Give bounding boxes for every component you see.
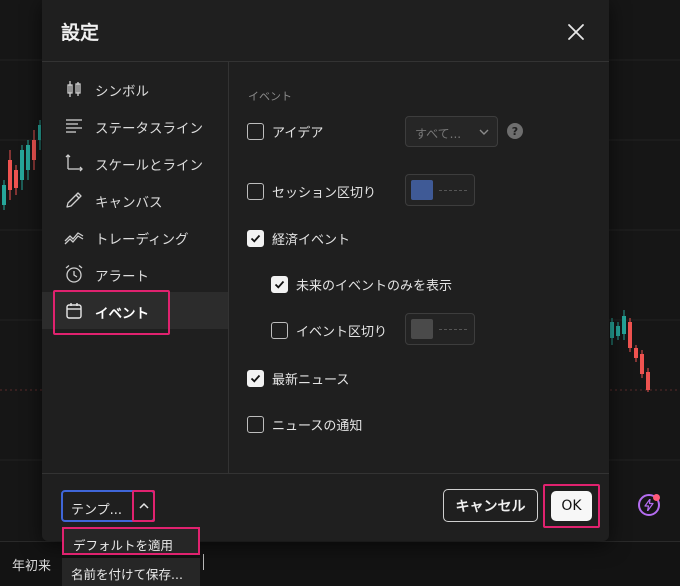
color-swatch xyxy=(411,319,433,339)
checkmark-icon xyxy=(250,234,261,243)
scale-lines-icon xyxy=(63,152,85,174)
template-label: テンプ... xyxy=(71,503,123,518)
sidebar-item-events[interactable]: イベント xyxy=(42,292,228,329)
section-label: イベント xyxy=(248,90,292,103)
ideas-row: アイデア xyxy=(247,119,323,143)
event-breaks-label: イベント区切り xyxy=(296,324,388,340)
menu-item-label: 名前を付けて保存... xyxy=(71,567,183,582)
sidebar-item-label: スケールとライン xyxy=(95,158,203,174)
apply-defaults-menu-item[interactable]: デフォルトを適用 xyxy=(62,527,200,555)
session-breaks-checkbox[interactable] xyxy=(247,182,264,200)
color-swatch xyxy=(411,180,433,200)
checkmark-icon xyxy=(250,374,261,383)
help-icon[interactable]: ? xyxy=(507,123,523,139)
notification-dot xyxy=(653,494,660,501)
range-ytd-button[interactable]: 年初来 xyxy=(12,555,51,574)
close-icon[interactable] xyxy=(564,20,588,44)
session-breaks-label: セッション区切り xyxy=(272,185,377,201)
news-notification-checkbox[interactable] xyxy=(247,415,264,433)
cancel-button[interactable]: キャンセル xyxy=(443,489,538,522)
sidebar-item-symbol[interactable]: シンボル xyxy=(42,70,228,107)
ok-button[interactable]: OK xyxy=(551,491,592,521)
event-breaks-checkbox[interactable] xyxy=(271,321,288,339)
sidebar-item-trading[interactable]: トレーディング xyxy=(42,218,228,255)
sidebar-item-canvas[interactable]: キャンバス xyxy=(42,181,228,218)
future-only-label: 未来のイベントのみを表示 xyxy=(296,278,453,294)
sidebar-item-label: ステータスライン xyxy=(95,121,203,137)
ideas-checkbox[interactable] xyxy=(247,122,264,140)
sidebar-item-label: シンボル xyxy=(95,84,149,100)
save-as-menu-item[interactable]: 名前を付けて保存... xyxy=(62,558,200,586)
latest-news-checkbox[interactable] xyxy=(247,369,264,387)
template-menu: デフォルトを適用 名前を付けて保存... xyxy=(62,527,200,586)
lightning-icon[interactable] xyxy=(638,494,660,516)
events-settings-panel: イベント アイデア すべて... ? セッション区切り 経済イベント 未来のイベ… xyxy=(230,62,609,473)
event-breaks-row: イベント区切り xyxy=(271,318,387,342)
news-notification-label: ニュースの通知 xyxy=(272,418,363,434)
future-only-row: 未来のイベントのみを表示 xyxy=(271,272,452,296)
news-notification-row: ニュースの通知 xyxy=(247,412,362,436)
chevron-down-icon xyxy=(479,129,489,135)
sidebar-item-label: イベント xyxy=(95,306,149,322)
line-style-preview xyxy=(439,190,467,191)
settings-sidebar: シンボル ステータスライン スケールとライン キャンバス トレーディング アラー… xyxy=(42,62,229,473)
trading-icon xyxy=(63,226,85,248)
ideas-label: アイデア xyxy=(272,125,324,141)
settings-dialog: 設定 シンボル ステータスライン スケールとライン キャンバス トレーディング … xyxy=(42,0,609,541)
ideas-select-value: すべて... xyxy=(415,127,462,141)
sidebar-item-label: トレーディング xyxy=(95,232,189,248)
candlestick-icon xyxy=(63,78,85,100)
checkmark-icon xyxy=(274,280,285,289)
latest-news-row: 最新ニュース xyxy=(247,366,349,390)
line-style-preview xyxy=(439,329,467,330)
alarm-clock-icon xyxy=(63,263,85,285)
economic-events-label: 経済イベント xyxy=(272,232,351,248)
session-breaks-row: セッション区切り xyxy=(247,179,376,203)
latest-news-label: 最新ニュース xyxy=(272,372,350,388)
dialog-title: 設定 xyxy=(61,22,100,44)
dialog-header: 設定 xyxy=(42,0,609,62)
status-line-icon xyxy=(63,115,85,137)
sidebar-item-label: キャンバス xyxy=(95,195,163,211)
event-breaks-color-picker[interactable] xyxy=(405,313,475,345)
sidebar-item-label: アラート xyxy=(95,269,149,285)
future-only-checkbox[interactable] xyxy=(271,275,288,293)
menu-item-label: デフォルトを適用 xyxy=(73,538,174,553)
chevron-up-icon xyxy=(138,502,149,509)
ideas-select[interactable]: すべて... xyxy=(405,116,498,147)
session-breaks-color-picker[interactable] xyxy=(405,174,475,206)
ok-highlight-box: OK xyxy=(543,484,600,528)
economic-events-checkbox[interactable] xyxy=(247,229,264,247)
calendar-icon xyxy=(63,300,85,322)
sidebar-item-scale-lines[interactable]: スケールとライン xyxy=(42,144,228,181)
pencil-icon xyxy=(63,189,85,211)
sidebar-item-alerts[interactable]: アラート xyxy=(42,255,228,292)
economic-events-row: 経済イベント xyxy=(247,226,350,250)
template-menu-toggle[interactable] xyxy=(132,490,155,522)
sidebar-item-status-line[interactable]: ステータスライン xyxy=(42,107,228,144)
